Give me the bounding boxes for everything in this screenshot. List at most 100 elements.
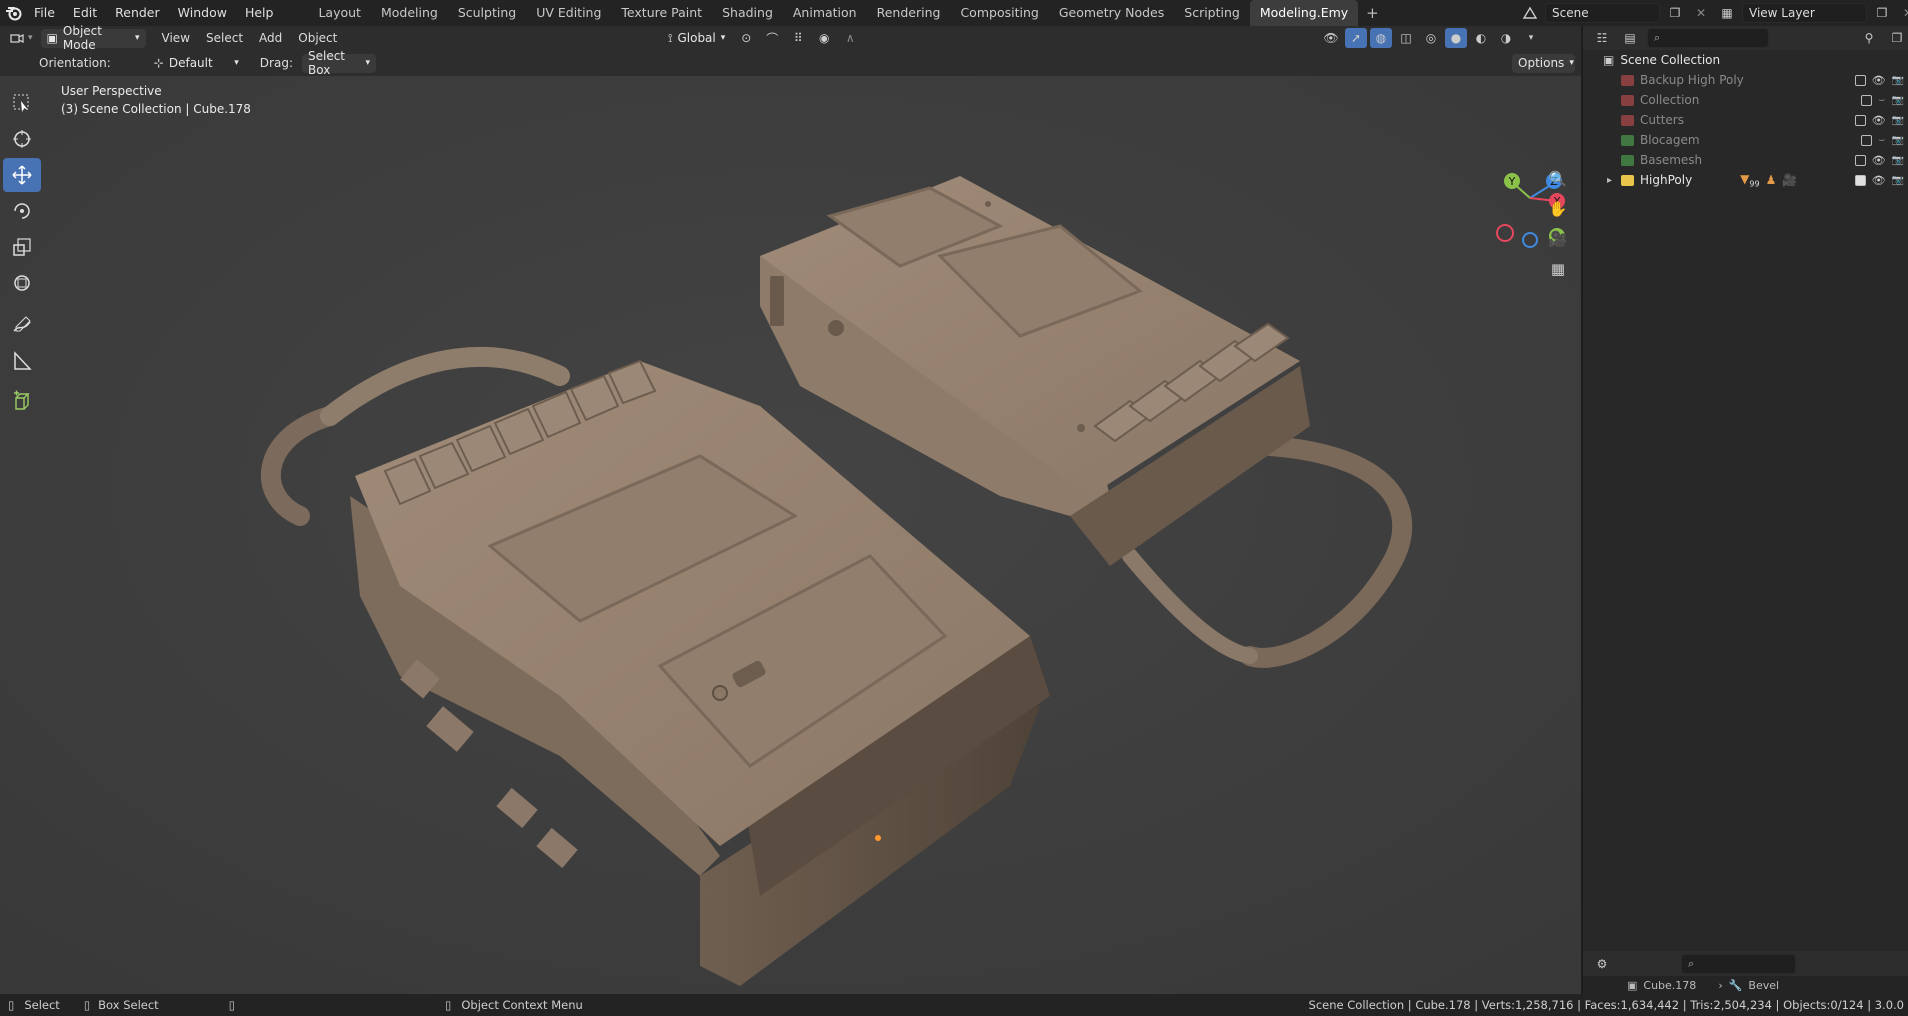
menu-render[interactable]: Render bbox=[106, 0, 169, 26]
workspace-tab-compositing[interactable]: Compositing bbox=[950, 0, 1048, 26]
outliner-row[interactable]: Cutters 👁 📷 bbox=[1583, 110, 1908, 130]
xray-toggle-icon[interactable]: ◫ bbox=[1395, 28, 1417, 48]
workspace-tab-modeling-emy[interactable]: Modeling.Emy bbox=[1249, 0, 1359, 26]
menu-file[interactable]: File bbox=[25, 0, 64, 26]
camera-view-icon[interactable]: 🎥 bbox=[1543, 224, 1573, 254]
render-camera-icon[interactable]: 📷 bbox=[1892, 175, 1904, 186]
delete-scene-icon[interactable]: ✕ bbox=[1690, 3, 1712, 23]
workspace-tab-texture-paint[interactable]: Texture Paint bbox=[611, 0, 712, 26]
outliner-row[interactable]: Blocagem ⌣ 📷 bbox=[1583, 130, 1908, 150]
properties-editor-type-icon[interactable]: ⚙ bbox=[1591, 954, 1613, 974]
select-box-tool[interactable] bbox=[3, 86, 41, 120]
move-tool[interactable] bbox=[3, 158, 41, 192]
new-collection-icon[interactable]: ❐ bbox=[1886, 28, 1908, 48]
orientation-dropdown[interactable]: ⊹ Default ▾ bbox=[147, 53, 245, 73]
proportional-edit-icon[interactable]: ◉ bbox=[813, 28, 835, 48]
properties-search-input[interactable]: ⌕ bbox=[1681, 953, 1796, 974]
solid-shading-icon[interactable]: ● bbox=[1445, 28, 1467, 48]
visibility-eye-icon[interactable]: ⌣ bbox=[1878, 133, 1885, 147]
viewport-menu-view[interactable]: View bbox=[154, 26, 198, 50]
overlay-toggle-icon[interactable]: ◍ bbox=[1370, 28, 1392, 48]
outliner-root-row[interactable]: ▣ Scene Collection bbox=[1583, 50, 1908, 70]
exclude-checkbox[interactable] bbox=[1854, 114, 1866, 126]
visibility-eye-icon[interactable]: 👁 bbox=[1872, 154, 1886, 167]
add-cube-tool[interactable] bbox=[3, 384, 41, 418]
workspace-tab-animation[interactable]: Animation bbox=[783, 0, 867, 26]
workspace-tab-scripting[interactable]: Scripting bbox=[1174, 0, 1250, 26]
wireframe-shading-icon[interactable]: ◎ bbox=[1420, 28, 1442, 48]
exclude-checkbox[interactable] bbox=[1854, 154, 1866, 166]
add-workspace-button[interactable]: + bbox=[1358, 4, 1387, 22]
zoom-icon[interactable]: 🔍 bbox=[1543, 164, 1573, 194]
outliner-row[interactable]: Collection ⌣ 📷 bbox=[1583, 90, 1908, 110]
annotate-tool[interactable] bbox=[3, 308, 41, 342]
visibility-eye-icon[interactable]: 👁 bbox=[1872, 114, 1886, 127]
falloff-icon[interactable]: ∧ bbox=[839, 28, 861, 48]
menu-window[interactable]: Window bbox=[169, 0, 236, 26]
outliner-editor-type-icon[interactable]: ☷ bbox=[1591, 28, 1613, 48]
workspace-tab-layout[interactable]: Layout bbox=[308, 0, 371, 26]
modifier-icon[interactable]: ▼99 bbox=[1740, 172, 1759, 188]
cursor-tool[interactable] bbox=[3, 122, 41, 156]
measure-tool[interactable] bbox=[3, 344, 41, 378]
transform-orientation-dropdown[interactable]: ⟟ Global ▾ bbox=[662, 29, 731, 48]
view-layer-icon[interactable]: ▦ bbox=[1716, 3, 1738, 23]
view-layer-field[interactable]: View Layer bbox=[1742, 3, 1867, 23]
visibility-eye-icon[interactable]: 👁 bbox=[1872, 174, 1886, 187]
pivot-point-icon[interactable]: ⊙ bbox=[735, 28, 757, 48]
editor-type-icon[interactable] bbox=[6, 28, 28, 48]
render-camera-icon[interactable]: 📷 bbox=[1892, 155, 1904, 166]
workspace-tab-modeling[interactable]: Modeling bbox=[371, 0, 448, 26]
render-camera-icon[interactable]: 📷 bbox=[1892, 115, 1904, 126]
exclude-checkbox[interactable] bbox=[1854, 174, 1866, 186]
render-camera-icon[interactable]: 📷 bbox=[1892, 135, 1904, 146]
new-view-layer-icon[interactable]: ❐ bbox=[1871, 3, 1893, 23]
viewport-menu-select[interactable]: Select bbox=[198, 26, 251, 50]
viewport-scene[interactable] bbox=[0, 76, 1581, 994]
scene-icon[interactable] bbox=[1519, 3, 1541, 23]
workspace-tab-geometry-nodes[interactable]: Geometry Nodes bbox=[1049, 0, 1174, 26]
exclude-checkbox[interactable] bbox=[1861, 134, 1873, 146]
options-dropdown[interactable]: Options ▾ bbox=[1512, 53, 1575, 73]
material-shading-icon[interactable]: ◐ bbox=[1470, 28, 1492, 48]
ortho-grid-icon[interactable]: ▦ bbox=[1543, 254, 1573, 284]
workspace-tab-sculpting[interactable]: Sculpting bbox=[448, 0, 526, 26]
delete-view-layer-icon[interactable]: ✕ bbox=[1897, 3, 1908, 23]
visibility-icon[interactable]: 👁 bbox=[1320, 28, 1342, 48]
filter-icon[interactable]: ⚲ bbox=[1858, 28, 1880, 48]
outliner-row[interactable]: ▸ HighPoly ▼99 ♟ 🎥 👁 📷 bbox=[1583, 170, 1908, 190]
rendered-shading-icon[interactable]: ◑ bbox=[1495, 28, 1517, 48]
scale-tool[interactable] bbox=[3, 230, 41, 264]
visibility-eye-icon[interactable]: ⌣ bbox=[1878, 93, 1885, 107]
exclude-checkbox[interactable] bbox=[1861, 94, 1873, 106]
viewport-menu-object[interactable]: Object bbox=[290, 26, 345, 50]
snap-icon[interactable]: ⌒ bbox=[761, 28, 783, 48]
visibility-eye-icon[interactable]: 👁 bbox=[1872, 74, 1886, 87]
outliner-row[interactable]: Backup High Poly 👁 📷 bbox=[1583, 70, 1908, 90]
data-icon[interactable]: ♟ bbox=[1766, 173, 1777, 187]
rotate-tool[interactable] bbox=[3, 194, 41, 228]
new-scene-icon[interactable]: ❐ bbox=[1664, 3, 1686, 23]
menu-edit[interactable]: Edit bbox=[64, 0, 106, 26]
expand-arrow-icon[interactable]: ▸ bbox=[1607, 175, 1612, 186]
mode-dropdown[interactable]: ▣ Object Mode ▾ bbox=[40, 24, 146, 52]
workspace-tab-shading[interactable]: Shading bbox=[712, 0, 783, 26]
render-camera-icon[interactable]: 📷 bbox=[1892, 95, 1904, 106]
workspace-tab-uv-editing[interactable]: UV Editing bbox=[526, 0, 611, 26]
transform-tool[interactable] bbox=[3, 266, 41, 300]
outliner-search-input[interactable]: ⌕ bbox=[1647, 28, 1769, 48]
snap-target-icon[interactable]: ⠿ bbox=[787, 28, 809, 48]
outliner-row[interactable]: Basemesh 👁 📷 bbox=[1583, 150, 1908, 170]
scene-name-field[interactable]: Scene bbox=[1545, 3, 1660, 23]
shading-options-chevron-icon[interactable]: ▾ bbox=[1520, 28, 1542, 48]
3d-viewport[interactable]: User Perspective (3) Scene Collection | … bbox=[0, 76, 1581, 994]
exclude-checkbox[interactable] bbox=[1854, 74, 1866, 86]
menu-help[interactable]: Help bbox=[236, 0, 283, 26]
viewport-menu-add[interactable]: Add bbox=[251, 26, 290, 50]
display-mode-icon[interactable]: ▤ bbox=[1619, 28, 1641, 48]
workspace-tab-rendering[interactable]: Rendering bbox=[867, 0, 951, 26]
gizmo-toggle-icon[interactable]: ➚ bbox=[1345, 28, 1367, 48]
camera-data-icon[interactable]: 🎥 bbox=[1782, 173, 1797, 187]
drag-dropdown[interactable]: Select Box ▾ bbox=[301, 49, 376, 77]
blender-logo-icon[interactable] bbox=[3, 2, 25, 24]
